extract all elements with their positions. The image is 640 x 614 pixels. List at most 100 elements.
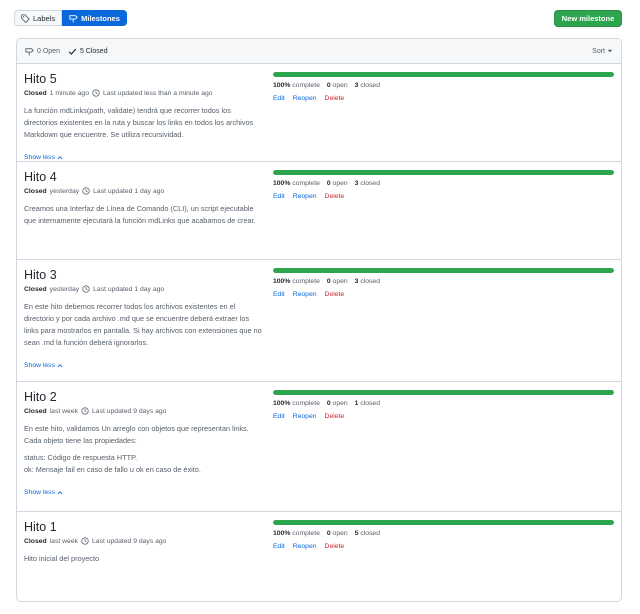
- milestone-list: 0 Open 5 Closed Sort Hito 5 Closed 1 min…: [16, 38, 622, 602]
- delete-link[interactable]: Delete: [325, 95, 345, 102]
- milestone-description: En este hito debemos recorrer todos los …: [24, 301, 264, 349]
- reopen-link[interactable]: Reopen: [293, 95, 317, 102]
- milestone-actions: Edit Reopen Delete: [273, 95, 614, 102]
- milestone-stats: 100% complete 0 open 5 closed: [273, 530, 614, 537]
- show-less-link[interactable]: Show less: [24, 362, 63, 369]
- closed-count: 3: [354, 278, 359, 285]
- closed-count: 3: [354, 180, 359, 187]
- description-paragraph: En este hito debemos recorrer todos los …: [24, 302, 262, 347]
- complete-label: complete: [292, 82, 320, 89]
- edit-link[interactable]: Edit: [273, 95, 285, 102]
- milestone-title[interactable]: Hito 5: [24, 72, 264, 86]
- progress-fill: [273, 170, 614, 175]
- milestone-state: Closed: [24, 285, 47, 293]
- milestone-closed-when: yesterday: [49, 285, 80, 293]
- reopen-link[interactable]: Reopen: [293, 291, 317, 298]
- edit-link[interactable]: Edit: [273, 543, 285, 550]
- complete-percent: 100%: [273, 180, 291, 187]
- open-label: open: [332, 530, 348, 537]
- closed-count: 1: [354, 400, 359, 407]
- complete-label: complete: [292, 400, 320, 407]
- open-label: open: [332, 400, 348, 407]
- edit-link[interactable]: Edit: [273, 193, 285, 200]
- milestone-meta: Closed yesterday Last updated 1 day ago: [24, 285, 264, 293]
- delete-link[interactable]: Delete: [325, 543, 345, 550]
- milestones-button[interactable]: Milestones: [62, 10, 127, 26]
- milestone-closed-when: 1 minute ago: [49, 89, 89, 97]
- show-less-link[interactable]: Show less: [24, 154, 63, 161]
- milestone-progress: 100% complete 0 open 3 closed Edit Reope…: [273, 72, 614, 102]
- show-less-link[interactable]: Show less: [24, 489, 63, 496]
- progress-bar: [273, 170, 614, 175]
- tag-icon: [21, 13, 30, 23]
- open-count: 0: [326, 82, 331, 89]
- progress-fill: [273, 268, 614, 273]
- clock-icon: [81, 537, 89, 545]
- caret-down-icon: [607, 48, 613, 54]
- show-less-text: Show less: [24, 489, 55, 496]
- milestone-info: Hito 1 Closed last week Last updated 9 d…: [24, 520, 264, 570]
- sort-text: Sort: [592, 47, 605, 55]
- progress-bar: [273, 520, 614, 525]
- milestone-state: Closed: [24, 407, 47, 415]
- delete-link[interactable]: Delete: [325, 413, 345, 420]
- milestone-progress: 100% complete 0 open 5 closed Edit Reope…: [273, 520, 614, 550]
- milestone-title[interactable]: Hito 3: [24, 268, 264, 282]
- milestone-icon: [69, 14, 78, 23]
- complete-percent: 100%: [273, 278, 291, 285]
- milestone-item: Hito 3 Closed yesterday Last updated 1 d…: [17, 260, 621, 382]
- milestone-meta: Closed yesterday Last updated 1 day ago: [24, 187, 264, 195]
- sort-dropdown[interactable]: Sort: [592, 39, 613, 63]
- milestone-description: En este hito, validamos Un arreglo con o…: [24, 423, 264, 476]
- closed-label: closed: [360, 278, 380, 285]
- milestone-stats: 100% complete 0 open 3 closed: [273, 180, 614, 187]
- milestone-meta: Closed 1 minute ago Last updated less th…: [24, 89, 264, 97]
- description-paragraph: La función mdLinks(path, validate) tendr…: [24, 106, 254, 139]
- closed-filter[interactable]: 5 Closed: [68, 47, 108, 56]
- milestone-stats: 100% complete 0 open 1 closed: [273, 400, 614, 407]
- open-count: 0: [326, 180, 331, 187]
- milestone-progress: 100% complete 0 open 3 closed Edit Reope…: [273, 170, 614, 200]
- labels-button-text: Labels: [33, 13, 56, 23]
- new-milestone-button[interactable]: New milestone: [554, 10, 622, 27]
- reopen-link[interactable]: Reopen: [293, 413, 317, 420]
- milestones-button-text: Milestones: [81, 13, 120, 23]
- toolbar: Labels Milestones New milestone: [14, 10, 622, 28]
- reopen-link[interactable]: Reopen: [293, 193, 317, 200]
- delete-link[interactable]: Delete: [325, 193, 345, 200]
- milestone-title[interactable]: Hito 4: [24, 170, 264, 184]
- closed-label: closed: [360, 180, 380, 187]
- labels-milestones-switch: Labels Milestones: [14, 10, 127, 26]
- reopen-link[interactable]: Reopen: [293, 543, 317, 550]
- open-label: open: [332, 278, 348, 285]
- milestone-progress: 100% complete 0 open 1 closed Edit Reope…: [273, 390, 614, 420]
- complete-label: complete: [292, 530, 320, 537]
- complete-percent: 100%: [273, 530, 291, 537]
- edit-link[interactable]: Edit: [273, 413, 285, 420]
- open-label: open: [332, 82, 348, 89]
- milestone-title[interactable]: Hito 1: [24, 520, 264, 534]
- description-paragraph: En este hito, validamos Un arreglo con o…: [24, 424, 249, 445]
- check-icon: [68, 47, 77, 56]
- delete-link[interactable]: Delete: [325, 291, 345, 298]
- closed-filter-text: 5 Closed: [79, 47, 108, 55]
- milestone-title[interactable]: Hito 2: [24, 390, 264, 404]
- milestone-closed-when: last week: [49, 537, 79, 545]
- progress-fill: [273, 520, 614, 525]
- progress-bar: [273, 268, 614, 273]
- labels-button[interactable]: Labels: [14, 10, 63, 26]
- milestone-actions: Edit Reopen Delete: [273, 543, 614, 550]
- complete-label: complete: [292, 278, 320, 285]
- milestone-closed-when: yesterday: [49, 187, 80, 195]
- edit-link[interactable]: Edit: [273, 291, 285, 298]
- open-filter[interactable]: 0 Open: [25, 47, 60, 56]
- milestone-icon: [25, 47, 34, 56]
- complete-percent: 100%: [273, 400, 291, 407]
- progress-fill: [273, 390, 614, 395]
- milestone-description: Hito inicial del proyecto: [24, 553, 264, 565]
- description-paragraph: Hito inicial del proyecto: [24, 554, 100, 563]
- show-less-text: Show less: [24, 362, 55, 369]
- open-label: open: [332, 180, 348, 187]
- milestone-closed-when: last week: [49, 407, 79, 415]
- milestone-progress: 100% complete 0 open 3 closed Edit Reope…: [273, 268, 614, 298]
